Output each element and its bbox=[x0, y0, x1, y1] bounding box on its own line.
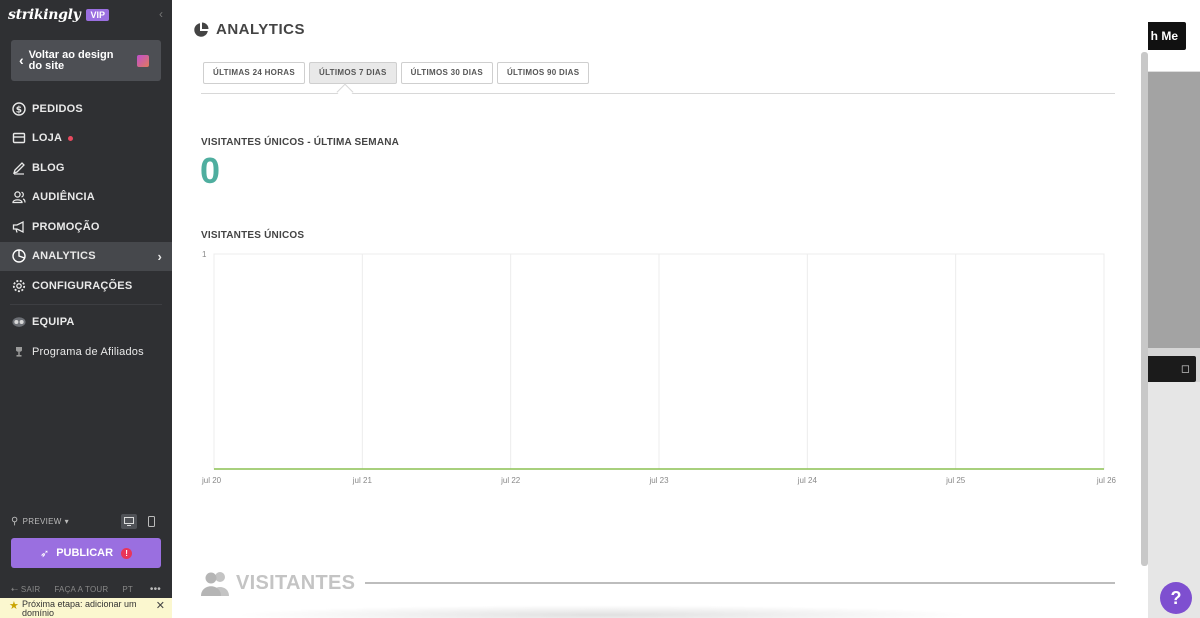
chart-label: VISITANTES ÚNICOS bbox=[201, 230, 305, 241]
y-tick-label: 1 bbox=[202, 250, 207, 259]
desktop-preview-icon[interactable] bbox=[121, 513, 137, 529]
chevron-right-icon: › bbox=[157, 248, 162, 264]
people-icon bbox=[12, 190, 26, 204]
store-icon bbox=[12, 131, 26, 145]
unique-week-label: VISITANTES ÚNICOS - ÚLTIMA SEMANA bbox=[201, 137, 400, 148]
sidebar-footer: ⇠ SAIR FAÇA A TOUR PT ••• bbox=[11, 584, 161, 595]
sidebar-item-label: BLOG bbox=[32, 161, 65, 174]
sidebar-item-label: PROMOÇÃO bbox=[32, 220, 100, 233]
sidebar-item-configuracoes[interactable]: CONFIGURAÇÕES bbox=[0, 271, 172, 301]
sidebar-item-equipa[interactable]: EQUIPA bbox=[0, 308, 172, 338]
sidebar-item-analytics[interactable]: ANALYTICS › bbox=[0, 241, 172, 271]
sidebar-item-label: EQUIPA bbox=[32, 316, 75, 329]
visitors-section-heading: VISITANTES bbox=[201, 570, 1115, 596]
sidebar-item-loja[interactable]: LOJA bbox=[0, 124, 172, 154]
sidebar-item-promocao[interactable]: PROMOÇÃO bbox=[0, 212, 172, 242]
pie-chart-icon bbox=[194, 22, 209, 37]
tab-24-hours[interactable]: ÚLTIMAS 24 HORAS bbox=[203, 62, 305, 84]
chevron-left-icon: ‹ bbox=[19, 52, 24, 68]
x-tick-label: jul 24 bbox=[797, 476, 818, 485]
sidebar-item-pedidos[interactable]: $ PEDIDOS bbox=[0, 94, 172, 124]
sidebar-item-blog[interactable]: BLOG bbox=[0, 153, 172, 183]
publish-label: PUBLICAR bbox=[56, 547, 114, 559]
site-preview-header: h Me bbox=[1128, 0, 1200, 72]
panel-scrollbar[interactable] bbox=[1141, 52, 1148, 566]
sidebar-item-label: AUDIÊNCIA bbox=[32, 191, 95, 204]
sidebar-item-afiliados[interactable]: Programa de Afiliados bbox=[0, 337, 172, 367]
unique-visitors-chart: 1 jul 20 jul 21 jul 22 jul 23 jul 24 jul 25 jul… bbox=[201, 250, 1117, 485]
x-tick-label: jul 21 bbox=[352, 476, 373, 485]
sidebar-item-label: PEDIDOS bbox=[32, 102, 83, 115]
megaphone-icon bbox=[12, 220, 26, 234]
back-to-design-label: Voltar ao design do site bbox=[28, 48, 114, 72]
sidebar-nav: $ PEDIDOS LOJA BLOG AUDIÊNCIA PROMOÇÃO A… bbox=[0, 94, 172, 367]
users-icon bbox=[201, 572, 229, 596]
sidebar-divider bbox=[10, 303, 162, 305]
x-tick-label: jul 20 bbox=[201, 476, 222, 485]
tab-30-days[interactable]: ÚLTIMOS 30 DIAS bbox=[400, 62, 493, 84]
vip-badge: VIP bbox=[86, 9, 109, 21]
unique-week-value: 0 bbox=[200, 150, 221, 191]
sidebar-item-label: ANALYTICS bbox=[32, 250, 96, 263]
tab-90-days[interactable]: ÚLTIMOS 90 DIAS bbox=[496, 62, 590, 84]
close-icon[interactable]: ✕ bbox=[156, 601, 165, 612]
mobile-preview-icon[interactable] bbox=[143, 514, 159, 529]
next-step-text: Próxima etapa: adicionar um domínio bbox=[22, 599, 137, 618]
sidebar-item-audiencia[interactable]: AUDIÊNCIA bbox=[0, 183, 172, 213]
sidebar: strikingly VIP ‹ ‹ Voltar ao design do s… bbox=[0, 0, 172, 618]
visitors-heading: VISITANTES bbox=[236, 571, 356, 594]
x-tick-label: jul 22 bbox=[500, 476, 521, 485]
preview-dropdown[interactable]: PREVIEW bbox=[23, 517, 62, 526]
page-title-row: ANALYTICS bbox=[193, 21, 305, 38]
tour-link[interactable]: FAÇA A TOUR bbox=[54, 585, 108, 594]
svg-text:$: $ bbox=[16, 105, 22, 115]
site-preview-hero bbox=[1148, 72, 1200, 348]
rocket-icon: ➶ bbox=[39, 547, 50, 560]
pie-chart-icon bbox=[12, 249, 26, 263]
x-tick-label: jul 23 bbox=[648, 476, 669, 485]
page-title: ANALYTICS bbox=[216, 21, 305, 38]
analytics-panel: ANALYTICS ÚLTIMAS 24 HORAS ÚLTIMOS 7 DIA… bbox=[172, 0, 1148, 618]
team-icon bbox=[12, 315, 26, 329]
period-tabs: ÚLTIMAS 24 HORAS ÚLTIMOS 7 DIAS ÚLTIMOS … bbox=[203, 62, 593, 84]
active-tab-caret bbox=[336, 83, 354, 101]
language-selector[interactable]: PT bbox=[122, 585, 133, 594]
publish-button[interactable]: ➶ PUBLICAR ! bbox=[11, 538, 161, 568]
exit-link[interactable]: SAIR bbox=[21, 585, 40, 594]
sidebar-item-label: Programa de Afiliados bbox=[32, 345, 144, 358]
notification-dot bbox=[68, 135, 74, 141]
help-button[interactable]: ? bbox=[1160, 582, 1192, 614]
exit-arrow-icon: ⇠ bbox=[11, 584, 18, 594]
content-shadow bbox=[232, 605, 972, 618]
tab-7-days[interactable]: ÚLTIMOS 7 DIAS bbox=[309, 62, 397, 84]
visitors-heading-rule bbox=[365, 582, 1115, 584]
warning-icon: ! bbox=[121, 547, 133, 559]
pen-icon bbox=[12, 161, 26, 175]
logo-row: strikingly VIP bbox=[8, 7, 109, 23]
star-icon: ★ bbox=[9, 600, 19, 612]
site-preview-background: h Me ◻ bbox=[1128, 0, 1200, 618]
trophy-icon bbox=[12, 345, 26, 359]
chevron-down-icon[interactable]: ▾ bbox=[65, 517, 69, 526]
next-step-banner[interactable]: ★ Próxima etapa: adicionar um domínio ✕ bbox=[0, 598, 172, 618]
collapse-sidebar-icon[interactable]: ‹ bbox=[159, 7, 163, 21]
sidebar-item-label: LOJA bbox=[32, 132, 63, 145]
search-icon: ⚲ bbox=[11, 515, 19, 527]
more-icon[interactable]: ••• bbox=[150, 584, 161, 595]
logo: strikingly bbox=[8, 7, 81, 23]
gear-icon bbox=[12, 279, 26, 293]
x-tick-label: jul 25 bbox=[945, 476, 966, 485]
design-icon bbox=[136, 54, 149, 67]
preview-row: ⚲ PREVIEW ▾ bbox=[11, 513, 161, 529]
image-icon: ◻ bbox=[1180, 363, 1190, 375]
dollar-circle-icon: $ bbox=[12, 102, 26, 116]
back-to-design-button[interactable]: ‹ Voltar ao design do site bbox=[11, 40, 161, 81]
x-tick-label: jul 26 bbox=[1096, 476, 1117, 485]
sidebar-item-label: CONFIGURAÇÕES bbox=[32, 279, 133, 292]
